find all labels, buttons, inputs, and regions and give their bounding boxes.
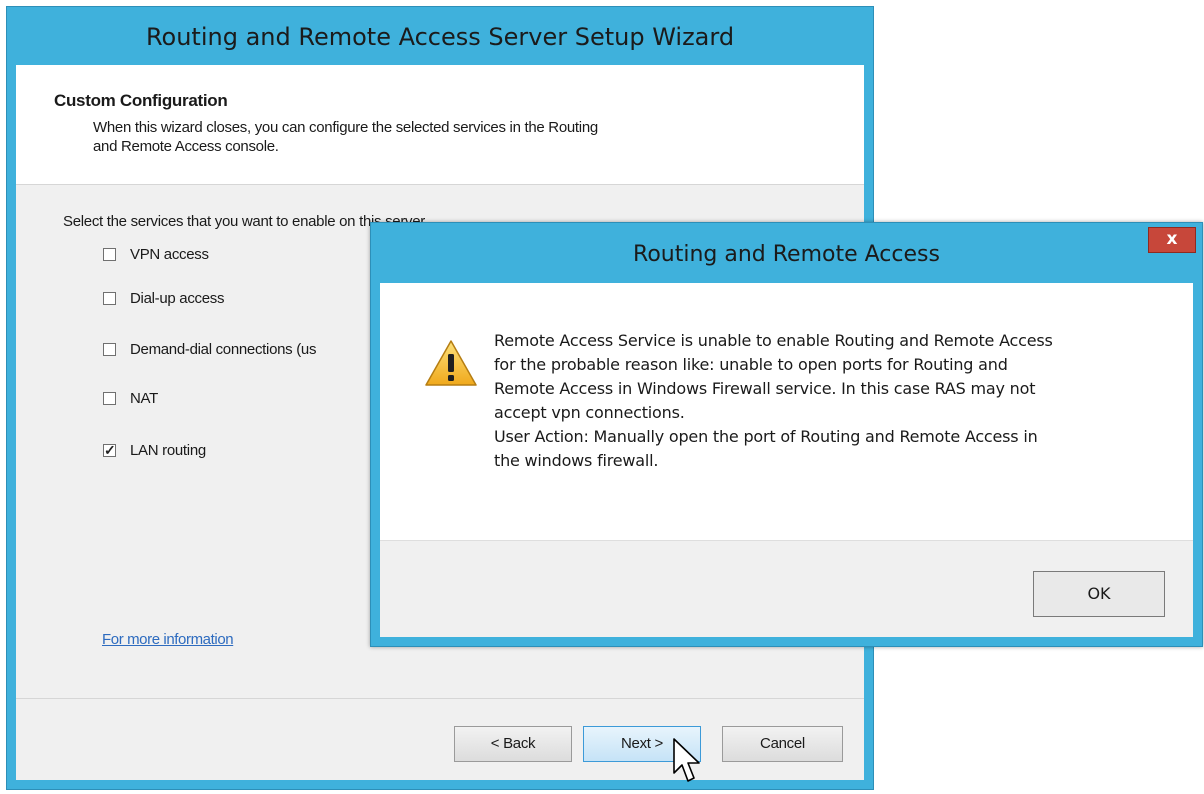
service-label: NAT <box>130 390 158 407</box>
back-button[interactable]: < Back <box>454 726 572 762</box>
service-label: LAN routing <box>130 442 206 459</box>
checkbox[interactable] <box>103 248 116 261</box>
wizard-title: Routing and Remote Access Server Setup W… <box>145 23 735 51</box>
description-line: When this wizard closes, you can configu… <box>93 119 598 136</box>
error-dialog: Routing and Remote Access x Remote Acces… <box>370 222 1203 647</box>
close-button[interactable]: x <box>1148 227 1196 253</box>
wizard-header: Custom Configuration When this wizard cl… <box>16 65 864 185</box>
message-line: for the probable reason like: unable to … <box>494 355 1008 374</box>
checkbox-checked[interactable]: ✓ <box>103 443 116 457</box>
message-line: Remote Access in Windows Firewall servic… <box>494 379 1036 398</box>
message-line: User Action: Manually open the port of R… <box>494 427 1038 446</box>
message-line: Remote Access Service is unable to enabl… <box>494 331 1053 350</box>
description-line: and Remote Access console. <box>93 138 279 155</box>
message-line: the windows firewall. <box>494 451 659 470</box>
page-description: When this wizard closes, you can configu… <box>93 118 753 156</box>
more-information-link[interactable]: For more information <box>102 631 234 648</box>
dialog-message: Remote Access Service is unable to enabl… <box>494 329 1144 473</box>
warning-icon <box>425 340 477 386</box>
service-label: Dial-up access <box>130 290 225 307</box>
service-label: VPN access <box>130 246 209 263</box>
checkbox[interactable] <box>103 343 116 356</box>
page-title: Custom Configuration <box>54 91 228 110</box>
mouse-cursor-icon <box>673 738 700 782</box>
dialog-title: Routing and Remote Access <box>633 242 940 267</box>
checkbox[interactable] <box>103 392 116 405</box>
cancel-button[interactable]: Cancel <box>722 726 843 762</box>
footer-divider <box>16 698 864 699</box>
message-line: accept vpn connections. <box>494 403 685 422</box>
dialog-client-area: Remote Access Service is unable to enabl… <box>380 283 1193 637</box>
dialog-footer: OK <box>380 540 1193 637</box>
ok-button[interactable]: OK <box>1033 571 1165 617</box>
checkbox[interactable] <box>103 292 116 305</box>
service-label: Demand-dial connections (us <box>130 341 317 358</box>
